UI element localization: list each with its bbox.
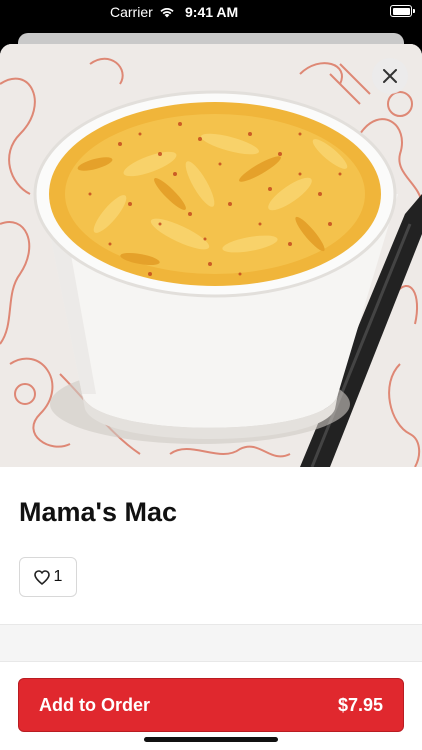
status-bar: Carrier 9:41 AM [0, 0, 422, 26]
item-price: $7.95 [337, 694, 383, 715]
heart-icon [33, 569, 50, 585]
like-count: 1 [53, 568, 63, 585]
carrier-indicator: Carrier [110, 4, 175, 20]
like-button[interactable]: 1 [19, 557, 77, 597]
battery-icon [390, 5, 415, 17]
wifi-icon [160, 8, 174, 18]
home-indicator[interactable] [144, 737, 278, 742]
mac-and-cheese-image [0, 44, 422, 467]
close-button[interactable] [372, 58, 408, 94]
add-to-order-label: Add to Order [39, 694, 150, 715]
close-icon [383, 69, 397, 83]
section-divider [0, 624, 422, 662]
clock: 9:41 AM [185, 4, 239, 20]
add-to-order-button[interactable]: Add to Order $7.95 [18, 678, 404, 732]
item-title: Mama's Mac [19, 497, 177, 527]
carrier-label: Carrier [110, 4, 153, 20]
item-photo [0, 44, 422, 467]
app-screen: Carrier 9:41 AM Mama's Mac 1 Add to Orde… [0, 0, 422, 750]
item-detail-sheet: Mama's Mac 1 Add to Order $7.95 [0, 44, 422, 750]
